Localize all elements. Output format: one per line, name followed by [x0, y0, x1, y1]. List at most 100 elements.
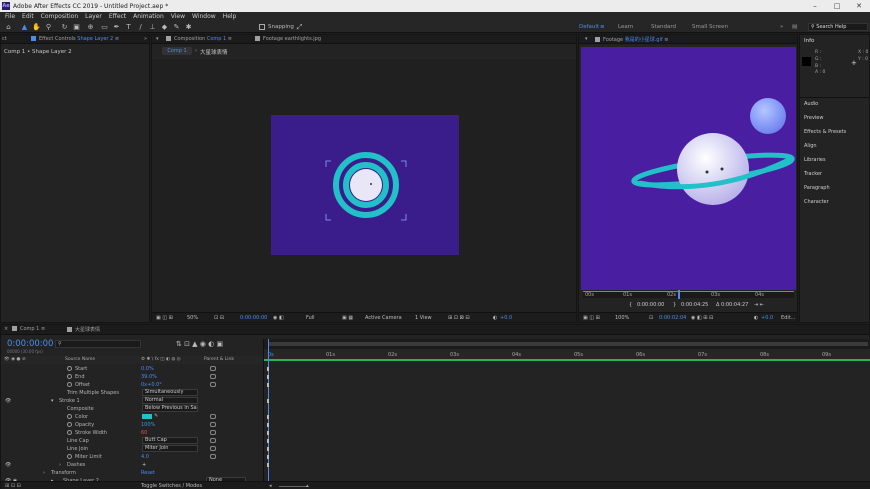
panel-toggle-icon[interactable]: ▤ [792, 24, 797, 30]
keyframe-marker[interactable] [267, 375, 269, 379]
type-tool-icon[interactable]: T [124, 23, 133, 31]
footage-tab[interactable]: Footage 我是的小星球.gif ≡ [595, 36, 668, 43]
expression-pickwhip-icon[interactable] [210, 446, 216, 451]
camera-select[interactable]: Active Camera [365, 315, 402, 321]
expression-pickwhip-icon[interactable] [210, 430, 216, 435]
keyframe-marker[interactable] [267, 463, 269, 467]
footage-fit-icon[interactable]: ⊡ [649, 315, 653, 321]
visibility-eye-icon[interactable]: 👁 [5, 398, 11, 404]
zoom-select[interactable]: 50% [187, 315, 198, 321]
footage-edit-button[interactable]: Edit... [781, 315, 795, 321]
visibility-eye-icon[interactable]: 👁 [5, 462, 11, 468]
prop-row-stroke1[interactable]: 👁 ▾ Stroke 1 Normal [1, 397, 263, 405]
keyframe-marker[interactable] [267, 415, 269, 419]
keyframe-marker[interactable] [267, 447, 269, 451]
zoom-tool-icon[interactable]: ⚲ [44, 23, 53, 31]
timeline-comp1-tab[interactable]: Comp 1 ≡ [12, 326, 45, 332]
rotate-tool-icon[interactable]: ↻ [60, 23, 69, 31]
set-in-icon[interactable]: { [629, 302, 632, 308]
search-help-input[interactable]: ⚲ Search Help [808, 23, 868, 31]
stopwatch-icon[interactable] [67, 414, 72, 419]
info-tab[interactable]: Info [804, 38, 814, 44]
comp-toggles-icon[interactable]: ⊞ ⊡ ⊠ ⊟ [448, 315, 470, 321]
comp-viewer[interactable] [152, 59, 576, 312]
prop-row-composite[interactable]: Composite Below Previous in Sa [1, 405, 263, 413]
menu-window[interactable]: Window [192, 13, 216, 20]
snap-options-icon[interactable]: ⤢ [295, 23, 304, 31]
menu-file[interactable]: File [5, 13, 15, 20]
project-tab-stub[interactable]: ct [2, 36, 7, 42]
timeline-tools-icon[interactable]: ⇅ ⊡ ▲ ◉ ◐ ▣ [176, 340, 223, 348]
comp-panel-menu-icon[interactable]: ▾ [156, 36, 159, 42]
maximize-icon[interactable]: □ [826, 0, 848, 12]
current-time-indicator[interactable] [268, 339, 269, 481]
stopwatch-icon[interactable] [67, 430, 72, 435]
timeline-close-icon[interactable]: × [4, 326, 8, 332]
prop-row-miter-limit[interactable]: Miter Limit 4.0 [1, 453, 263, 461]
footage-earthlights-tab[interactable]: Footage earthlights.jpg [255, 36, 321, 42]
set-out-icon[interactable]: } [673, 302, 676, 308]
toggle-switches-modes[interactable]: Toggle Switches / Modes [141, 483, 202, 489]
reset-exposure-icon[interactable]: ◐ [493, 315, 497, 321]
menu-help[interactable]: Help [223, 13, 237, 20]
roi-icon[interactable]: ▣ ▦ [342, 315, 353, 321]
footage-zoom-select[interactable]: 100% [615, 315, 629, 321]
menu-layer[interactable]: Layer [85, 13, 102, 20]
prop-row-opacity[interactable]: Opacity 100% [1, 421, 263, 429]
fit-icon[interactable]: ⊡ ⊟ [214, 315, 224, 321]
timeline-big-planet-tab[interactable]: 大星球表情 [67, 326, 100, 333]
work-area-bar[interactable] [264, 339, 870, 349]
pen-tool-icon[interactable]: ✒ [112, 23, 121, 31]
panel-preview[interactable]: Preview [804, 115, 823, 121]
roto-tool-icon[interactable]: ✎ [172, 23, 181, 31]
timeline-graph[interactable]: 0s 01s 02s 03s 04s 05s 06s 07s 08s 09s [263, 339, 870, 481]
panel-menu-icon[interactable]: » [144, 36, 147, 42]
footage-current-time[interactable]: 0:00:02:04 [659, 315, 686, 321]
footage-preview-icon[interactable]: ▣ ◫ ⊞ [583, 315, 600, 321]
prop-row-stroke-width[interactable]: Stroke Width 60 [1, 429, 263, 437]
footage-exposure[interactable]: +0.0 [761, 315, 773, 321]
work-area-range[interactable] [268, 342, 868, 346]
add-dash-button[interactable]: + [142, 462, 146, 468]
workspace-menu-icon[interactable]: ≡ [600, 24, 605, 30]
prop-row-transform[interactable]: › Transform Reset [1, 469, 263, 477]
prop-row-offset[interactable]: Offset 0x+0.0° [1, 381, 263, 389]
prop-row-trim-multiple[interactable]: Trim Multiple Shapes Simultaneously [1, 389, 263, 397]
panel-effects-presets[interactable]: Effects & Presets [804, 129, 846, 135]
trim-multiple-select[interactable]: Simultaneously [142, 389, 198, 396]
camera-tool-icon[interactable]: ▣ [72, 23, 81, 31]
footage-exposure-icon[interactable]: ◐ [754, 315, 758, 321]
workspace-standard[interactable]: Standard [651, 24, 676, 30]
expression-pickwhip-icon[interactable] [210, 422, 216, 427]
keyframe-marker[interactable] [267, 383, 269, 387]
expression-pickwhip-icon[interactable] [210, 382, 216, 387]
expression-pickwhip-icon[interactable] [210, 414, 216, 419]
footage-in-time[interactable]: 0:00:00:00 [637, 302, 664, 308]
rectangle-tool-icon[interactable]: ▭ [100, 23, 109, 31]
hand-tool-icon[interactable]: ✋ [32, 23, 41, 31]
time-ruler[interactable]: 0s 01s 02s 03s 04s 05s 06s 07s 08s 09s [264, 349, 870, 359]
zoom-out-icon[interactable]: ◂ [269, 483, 272, 489]
panel-character[interactable]: Character [804, 199, 829, 205]
time-zoom-slider[interactable] [279, 486, 309, 487]
panel-align[interactable]: Align [804, 143, 817, 149]
timeline-bottom-icons[interactable]: ⊞ ⊡ ⊟ [5, 483, 21, 489]
av-switches-icon[interactable]: 👁 ◉ ● ⊘ [4, 357, 26, 362]
expression-pickwhip-icon[interactable] [210, 454, 216, 459]
keyframe-marker[interactable] [267, 367, 269, 371]
subtab-comp1[interactable]: Comp 1 [162, 47, 192, 55]
prop-row-dashes[interactable]: 👁 › Dashes + [1, 461, 263, 469]
stopwatch-icon[interactable] [67, 382, 72, 387]
footage-ruler[interactable]: 00s 01s 02s 03s 04s [583, 290, 794, 299]
expression-pickwhip-icon[interactable] [210, 374, 216, 379]
stopwatch-icon[interactable] [67, 454, 72, 459]
ripple-insert-icon[interactable]: ⇥ ⇤ [754, 302, 764, 308]
panel-libraries[interactable]: Libraries [804, 157, 826, 163]
workspace-default[interactable]: Default [579, 24, 599, 30]
eyedropper-icon[interactable]: ✎ [154, 413, 158, 419]
twirl-right-icon[interactable]: › [59, 462, 61, 468]
menu-edit[interactable]: Edit [22, 13, 34, 20]
comp-current-time[interactable]: 0:00:00:00 [240, 315, 267, 321]
always-preview-icon[interactable]: ▣ ◫ ⊞ [156, 315, 173, 321]
menu-composition[interactable]: Composition [41, 13, 78, 20]
